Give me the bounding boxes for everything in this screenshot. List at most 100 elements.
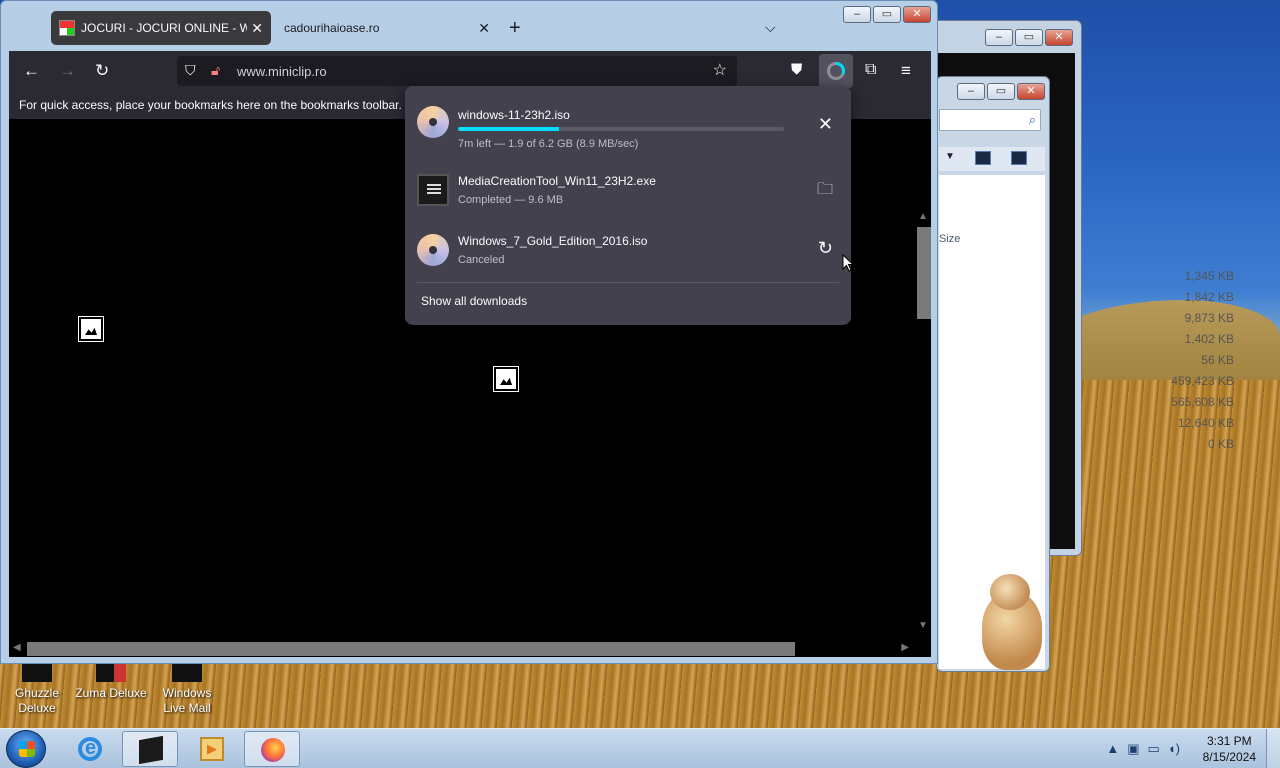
forward-icon[interactable]: → (59, 61, 76, 81)
desktop-icon-label: Zuma Deluxe (75, 686, 147, 700)
desktop-icon-zuma[interactable]: Zuma Deluxe (74, 664, 148, 701)
hamburger-menu-icon[interactable]: ≡ (901, 61, 911, 81)
search-icon: ⌕ (1028, 112, 1036, 127)
file-size: 1,345 KB (1184, 269, 1234, 283)
preview-pane-icon[interactable] (975, 151, 991, 165)
column-header-size[interactable]: Size (939, 233, 960, 245)
reload-icon[interactable]: ↻ (95, 61, 109, 81)
horizontal-scroll-thumb[interactable] (27, 642, 795, 656)
scroll-right-icon[interactable]: ▶ (901, 642, 909, 653)
file-size-column: 1,345 KB 1,842 KB 9,873 KB 1,402 KB 56 K… (1171, 266, 1234, 455)
file-size: 12,640 KB (1177, 416, 1234, 430)
cancel-icon[interactable]: ✕ (818, 114, 833, 135)
insecure-lock-icon[interactable]: 🔓︎ (211, 62, 220, 79)
ghuzzle-icon (22, 664, 52, 682)
bookmarks-message: For quick access, place your bookmarks h… (19, 98, 415, 112)
list-all-tabs-button[interactable]: ⌵ (765, 19, 776, 36)
taskbar-media-player[interactable] (184, 731, 240, 767)
tab-title: JOCURI - JOCURI ONLINE - WW (81, 21, 248, 35)
taskbar-firefox[interactable] (244, 731, 300, 767)
navigation-toolbar: ← → ↻ ⛉ 🔓︎ www.miniclip.ro ☆ ⛊ ⧉ ≡ (9, 51, 931, 91)
show-hidden-icons-icon[interactable]: ▲ (1106, 741, 1119, 757)
disc-image-icon (417, 234, 449, 266)
download-filename: windows-11-23h2.iso (458, 108, 570, 122)
taskbar: ▲ ▣ ▭ ◖) 3:31 PM 8/15/2024 (0, 728, 1280, 768)
taskbar-internet-explorer[interactable] (62, 731, 118, 767)
file-size: 1,842 KB (1184, 290, 1234, 304)
download-progress-bar (458, 127, 784, 131)
url-bar[interactable]: ⛉ 🔓︎ www.miniclip.ro ☆ (177, 56, 737, 86)
url-text[interactable]: www.miniclip.ro (237, 64, 327, 79)
close-button[interactable]: ✕ (1045, 29, 1073, 46)
vertical-scrollbar[interactable]: ▲ ▼ (915, 211, 931, 631)
scroll-up-icon[interactable]: ▲ (918, 211, 928, 222)
desktop-icon-ghuzzle[interactable]: Ghuzzle Deluxe (0, 664, 74, 716)
download-item-windows7[interactable]: Windows_7_Gold_Edition_2016.iso Canceled… (405, 220, 851, 280)
scroll-down-icon[interactable]: ▼ (918, 620, 928, 631)
close-button[interactable]: ✕ (1017, 83, 1045, 100)
download-filename: MediaCreationTool_Win11_23H2.exe (458, 174, 656, 188)
panel-separator (417, 282, 839, 283)
downloads-panel: windows-11-23h2.iso 7m left — 1.9 of 6.2… (405, 86, 851, 325)
back-icon[interactable]: ← (23, 61, 40, 81)
download-progress-icon (827, 62, 845, 80)
explorer-search-input[interactable]: ⌕ (939, 109, 1041, 131)
clock[interactable]: 3:31 PM 8/15/2024 (1203, 733, 1256, 765)
download-item-windows11[interactable]: windows-11-23h2.iso 7m left — 1.9 of 6.2… (405, 92, 851, 152)
retry-icon[interactable]: ↻ (818, 238, 833, 259)
desktop-icon-label: Windows Live Mail (162, 686, 212, 715)
minimize-button[interactable]: – (957, 83, 985, 100)
file-size: 1,402 KB (1184, 332, 1234, 346)
internet-explorer-icon (78, 737, 102, 761)
download-item-mediacreationtool[interactable]: MediaCreationTool_Win11_23H2.exe Complet… (405, 160, 851, 220)
close-tab-icon[interactable]: ✕ (478, 20, 490, 37)
scroll-left-icon[interactable]: ◀ (13, 642, 21, 653)
pocket-icon[interactable]: ⛊ (791, 61, 802, 78)
broken-image-icon (78, 316, 104, 342)
disc-image-icon (417, 106, 449, 138)
executable-icon (417, 174, 449, 206)
downloads-button[interactable] (819, 54, 853, 88)
app-window-icon (139, 735, 163, 765)
minimize-button[interactable]: – (985, 29, 1013, 46)
monitor-icon[interactable]: ▭ (1148, 741, 1160, 757)
network-adapter-icon[interactable]: ▣ (1127, 741, 1139, 757)
download-filename: Windows_7_Gold_Edition_2016.iso (458, 234, 648, 248)
file-size: 565,608 KB (1171, 395, 1234, 409)
maximize-button[interactable]: ▭ (1015, 29, 1043, 46)
show-desktop-button[interactable] (1266, 729, 1280, 768)
download-progress-fill (458, 127, 560, 131)
download-status: Completed — 9.6 MB (458, 194, 564, 206)
vertical-scroll-thumb[interactable] (917, 227, 931, 319)
extensions-icon[interactable]: ⧉ (865, 61, 876, 79)
folder-icon[interactable]: 🗀 (817, 178, 833, 205)
horizontal-scrollbar[interactable]: ◀ ▶ (9, 639, 931, 657)
maximize-button[interactable]: ▭ (987, 83, 1015, 100)
desktop-icon-label: Ghuzzle Deluxe (14, 686, 60, 715)
media-player-icon (200, 737, 224, 761)
help-icon[interactable] (1011, 151, 1027, 165)
download-status: 7m left — 1.9 of 6.2 GB (8.9 MB/sec) (458, 138, 639, 150)
clock-date: 8/15/2024 (1202, 750, 1256, 764)
tab-cadourihaioase[interactable]: cadourihaioase.ro ✕ (277, 11, 497, 45)
windows-live-mail-icon (172, 664, 202, 682)
hamster-head (990, 574, 1030, 610)
taskbar-app-window[interactable] (122, 731, 178, 767)
show-all-downloads-button[interactable]: Show all downloads (421, 294, 527, 308)
download-status: Canceled (458, 254, 505, 266)
explorer-toolbar: ▼ (939, 147, 1045, 171)
start-button[interactable] (6, 730, 46, 768)
file-size: 9,873 KB (1184, 311, 1234, 325)
broken-image-icon (493, 366, 519, 392)
new-tab-button[interactable]: + (509, 17, 521, 40)
tab-jocuri[interactable]: JOCURI - JOCURI ONLINE - WW ✕ (51, 11, 271, 45)
tracking-protection-shield-icon[interactable]: ⛉ (185, 62, 196, 79)
desktop-icon-windows-live-mail[interactable]: Windows Live Mail (150, 664, 224, 716)
bookmark-star-icon[interactable]: ☆ (713, 60, 727, 80)
view-dropdown-icon[interactable]: ▼ (945, 151, 955, 162)
system-tray: ▲ ▣ ▭ ◖) (1106, 741, 1180, 757)
hamster-desktop-pet[interactable] (972, 572, 1050, 672)
close-tab-icon[interactable]: ✕ (251, 20, 263, 37)
file-size: 459,423 KB (1171, 374, 1234, 388)
volume-icon[interactable]: ◖) (1168, 741, 1180, 757)
